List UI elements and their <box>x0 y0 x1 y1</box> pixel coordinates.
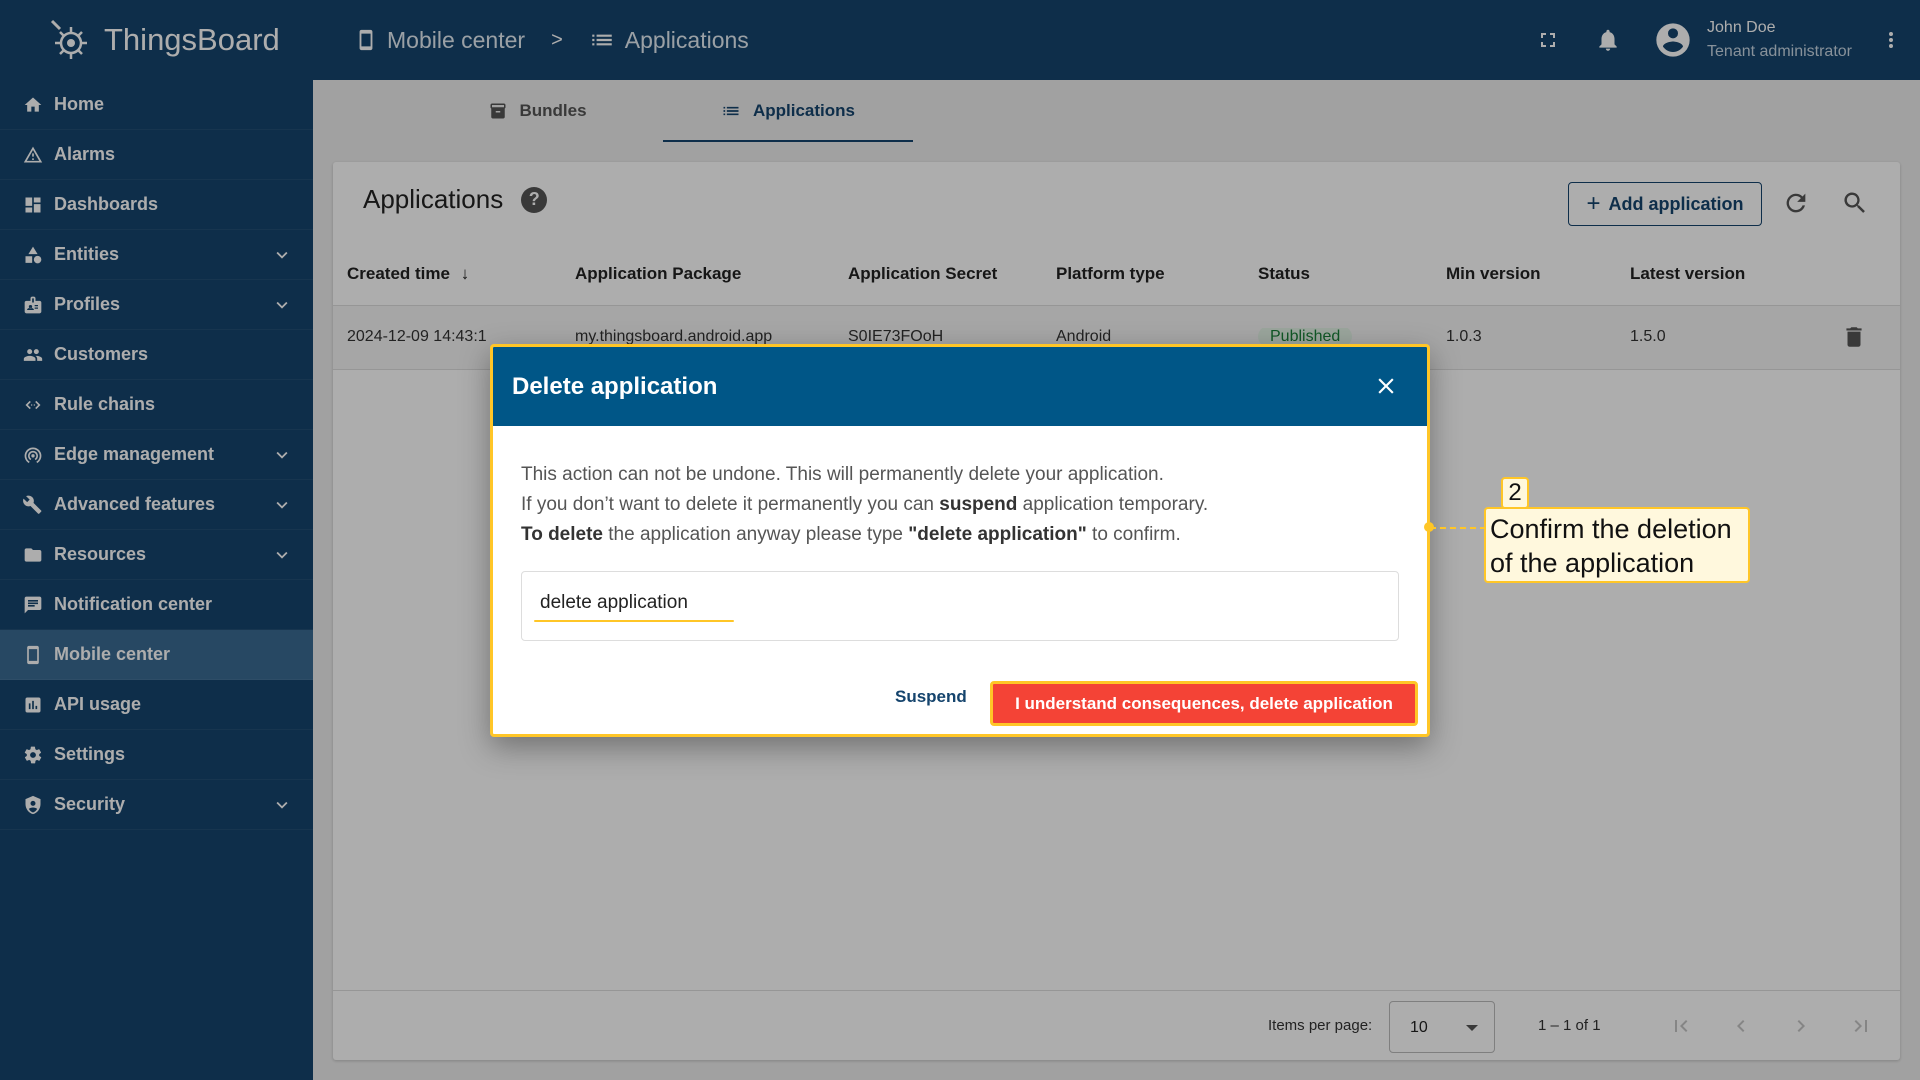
dialog-header: Delete application <box>493 347 1427 426</box>
text: to confirm. <box>1086 524 1181 545</box>
text: If you don’t want to delete it permanent… <box>521 494 940 515</box>
text-bold: "delete application" <box>908 524 1087 545</box>
delete-application-dialog: Delete application This action can not b… <box>490 344 1430 737</box>
suspend-button[interactable]: Suspend <box>895 687 967 707</box>
callout-step-number: 2 <box>1501 477 1529 509</box>
text-bold: suspend <box>939 494 1018 515</box>
callout-line-1: Confirm the deletion <box>1490 514 1732 544</box>
text: the application anyway please type <box>603 524 909 545</box>
confirmation-field[interactable] <box>521 571 1399 641</box>
dialog-line-1: This action can not be undone. This will… <box>521 464 1164 485</box>
dialog-line-2: If you don’t want to delete it permanent… <box>521 490 1399 520</box>
close-icon[interactable] <box>1371 371 1401 401</box>
dialog-title: Delete application <box>512 372 718 400</box>
input-highlight <box>534 620 734 622</box>
callout-box: Confirm the deletion of the application <box>1484 507 1750 583</box>
dialog-message: This action can not be undone. This will… <box>493 426 1427 550</box>
text-bold: To delete <box>521 524 603 545</box>
dialog-line-3: To delete the application anyway please … <box>521 520 1399 550</box>
callout-line-2: of the application <box>1490 548 1695 578</box>
callout-connector <box>1430 527 1486 529</box>
delete-application-button[interactable]: I understand consequences, delete applic… <box>990 681 1418 726</box>
text: application temporary. <box>1017 494 1209 515</box>
confirmation-input[interactable] <box>540 592 840 614</box>
